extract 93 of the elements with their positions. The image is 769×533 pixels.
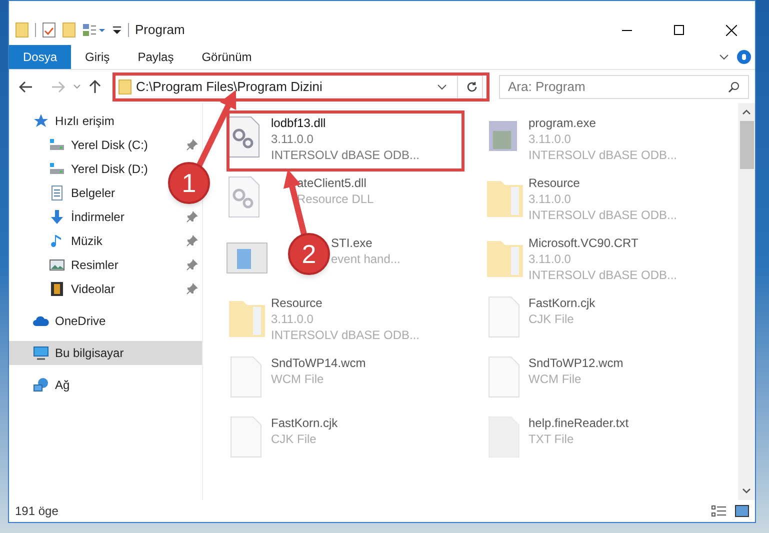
ribbon-tab[interactable]: Dosya <box>9 45 72 69</box>
sidebar-item[interactable]: Yerel Disk (C:) <box>41 133 156 157</box>
film-icon <box>49 281 65 297</box>
file-detail: INTERSOLV dBASE ODB... <box>528 147 677 163</box>
window-title: Program <box>135 21 185 40</box>
star-icon <box>33 113 49 129</box>
item-count: 191 öge <box>15 503 58 520</box>
scrollbar[interactable] <box>738 103 755 500</box>
dropdown-icon[interactable] <box>112 24 122 36</box>
sidebar-item[interactable]: Bu bilgisayar <box>9 341 202 365</box>
ribbon-tab[interactable]: Görünüm <box>188 45 266 69</box>
tiles-view-icon[interactable] <box>735 505 749 517</box>
sidebar-label: İndirmeler <box>71 209 124 226</box>
sidebar-item[interactable]: Müzik <box>41 229 110 253</box>
ribbon-tab[interactable]: Paylaş <box>124 45 188 69</box>
file-name[interactable]: FastKorn.cjk <box>528 295 596 311</box>
drive-icon <box>49 137 65 153</box>
caret-icon[interactable] <box>742 109 751 115</box>
file-name[interactable]: Resource <box>271 295 322 311</box>
file-detail: 3.11.0.0 <box>528 131 571 147</box>
help-icon[interactable] <box>737 50 751 64</box>
refresh-icon[interactable] <box>466 80 478 92</box>
details-view-icon[interactable] <box>711 505 727 517</box>
sidebar-label: Yerel Disk (C:) <box>71 137 148 154</box>
file-name[interactable]: help.fineReader.txt <box>528 415 629 431</box>
file-detail: 3.11.0.0 <box>271 131 314 147</box>
file-detail: WCM File <box>271 371 324 387</box>
address-path: C:\Program Files\Program Dizini <box>136 78 322 96</box>
file-name[interactable]: FastKorn.cjk <box>271 415 338 431</box>
file-detail: CJK File <box>528 311 574 327</box>
ribbon-tab[interactable]: Giriş <box>71 45 124 69</box>
pin-icon[interactable] <box>186 235 198 247</box>
file-name[interactable]: SndToWP12.wcm <box>528 355 624 371</box>
checklist-icon[interactable] <box>42 22 56 38</box>
file-detail: INTERSOLV dBASE ODB... <box>271 147 420 163</box>
sidebar-item[interactable]: İndirmeler <box>41 205 132 229</box>
pin-icon[interactable] <box>186 259 198 271</box>
folder-icon <box>118 78 132 94</box>
file-detail: 3.11.0.0 <box>528 251 571 267</box>
sidebar-label: Müzik <box>71 233 102 250</box>
download-arrow-icon <box>49 209 65 225</box>
document-icon <box>49 185 65 201</box>
drive-icon <box>49 161 65 177</box>
sidebar-label: Hızlı erişim <box>55 113 114 130</box>
sidebar-label: Belgeler <box>71 185 116 202</box>
file-name[interactable]: program.exe <box>528 115 596 131</box>
up-arrow-icon[interactable] <box>89 80 101 94</box>
file-detail: INTERSOLV dBASE ODB... <box>271 327 420 343</box>
sidebar-item[interactable]: OneDrive <box>25 309 114 333</box>
file-detail: Resource DLL <box>297 191 374 207</box>
search-placeholder: Ara: Program <box>508 78 586 96</box>
caret-icon[interactable] <box>719 52 729 62</box>
file-detail: 3.11.0.0 <box>271 311 314 327</box>
scrollbar-thumb[interactable] <box>740 121 754 169</box>
file-name[interactable]: Microsoft.VC90.CRT <box>528 235 638 251</box>
sidebar-label: Videolar <box>71 281 115 298</box>
file-name[interactable]: SndToWP14.wcm <box>271 355 366 371</box>
monitor-icon <box>33 345 49 361</box>
properties-icon[interactable] <box>82 22 106 38</box>
sidebar-label: Yerel Disk (D:) <box>71 161 148 178</box>
sidebar-item[interactable]: Ağ <box>25 373 78 397</box>
picture-icon <box>49 257 65 273</box>
sidebar-item[interactable]: Yerel Disk (D:) <box>41 157 156 181</box>
caret-icon[interactable] <box>437 82 447 90</box>
file-detail: TXT File <box>528 431 574 447</box>
address-bar[interactable]: C:\Program Files\Program Dizini <box>113 74 483 98</box>
close-icon[interactable] <box>726 24 737 36</box>
search-icon <box>728 80 740 92</box>
file-detail: WCM File <box>528 371 582 387</box>
sidebar-item[interactable]: Videolar <box>41 277 123 301</box>
file-detail: event hand... <box>331 251 400 267</box>
pin-icon[interactable] <box>186 283 198 295</box>
file-name[interactable]: lodbf13.dll <box>271 115 326 131</box>
file-name[interactable]: Resource <box>528 175 580 191</box>
file-detail: INTERSOLV dBASE ODB... <box>528 207 677 223</box>
caret-icon[interactable] <box>742 488 751 494</box>
sidebar-label: OneDrive <box>55 313 106 330</box>
file-detail: CJK File <box>271 431 316 447</box>
sidebar-label: Resimler <box>71 257 118 274</box>
sidebar-item[interactable]: Hızlı erişim <box>25 109 122 133</box>
pin-icon[interactable] <box>186 139 198 151</box>
pin-icon[interactable] <box>186 211 198 223</box>
sidebar-label: Bu bilgisayar <box>55 345 124 362</box>
sidebar-label: Ağ <box>55 377 70 394</box>
file-detail: INTERSOLV dBASE ODB... <box>528 267 677 283</box>
file-name[interactable]: ateClient5.dll <box>297 175 366 191</box>
file-name[interactable]: STI.exe <box>331 235 372 251</box>
back-arrow-icon[interactable] <box>19 80 33 92</box>
file-detail: 3.11.0.0 <box>528 191 571 207</box>
sidebar-item[interactable]: Resimler <box>41 253 126 277</box>
network-icon <box>33 377 49 393</box>
search-field[interactable]: Ara: Program <box>499 74 749 98</box>
sidebar-item[interactable]: Belgeler <box>41 181 124 205</box>
